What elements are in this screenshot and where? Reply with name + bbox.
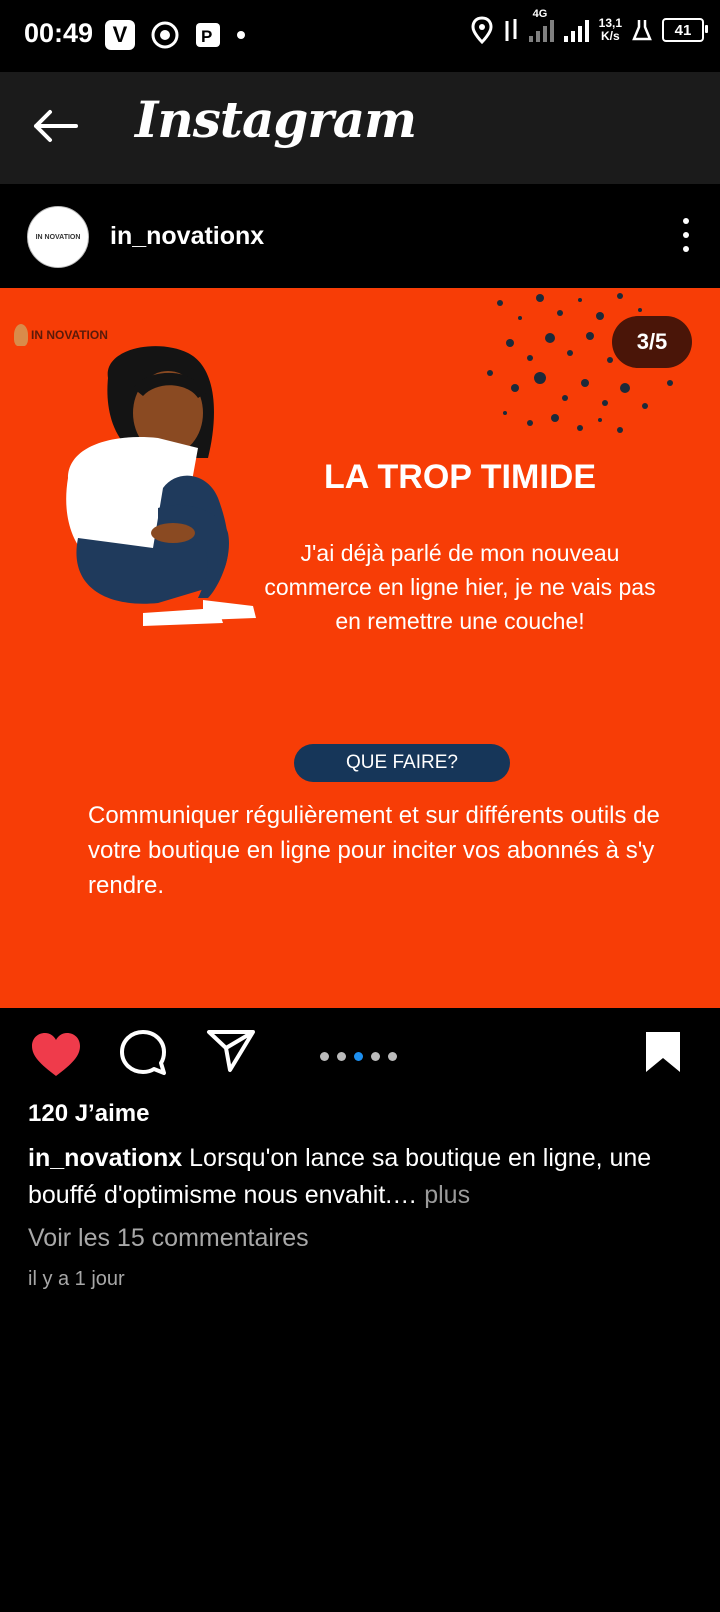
chrome-icon	[151, 21, 179, 49]
bulb-icon	[14, 324, 28, 346]
carousel-dot	[388, 1052, 397, 1061]
app-title: Instagram	[135, 90, 417, 149]
status-right: 4G 13,1 K/s 41	[471, 8, 708, 44]
avatar[interactable]: IN NOVATION	[27, 206, 89, 268]
status-bar: 00:49 V P 4G 13,1 K/s 41	[0, 0, 720, 72]
caption-more-link[interactable]: plus	[424, 1181, 470, 1209]
parking-icon: P	[196, 23, 220, 47]
que-faire-pill: QUE FAIRE?	[294, 744, 510, 782]
battery-icon: 41	[662, 18, 708, 42]
svg-text:P: P	[201, 27, 212, 46]
share-icon[interactable]	[206, 1028, 256, 1074]
carousel-dot	[320, 1052, 329, 1061]
caption: in_novationx Lorsqu'on lance sa boutique…	[28, 1140, 678, 1214]
speed-unit: K/s	[600, 29, 620, 43]
more-vertical-icon[interactable]	[682, 218, 690, 252]
app-bar: Instagram	[0, 72, 720, 184]
avatar-text: IN NOVATION	[35, 233, 81, 241]
location-icon	[471, 16, 493, 44]
network-speed: 13,1 K/s	[599, 17, 622, 43]
post-actions	[0, 1008, 720, 1098]
carousel-dot-active	[354, 1052, 363, 1061]
post-header: IN NOVATION in_novationx	[0, 184, 720, 288]
back-arrow-icon[interactable]	[30, 106, 80, 146]
likes-count[interactable]: 120 J’aime	[28, 1100, 149, 1128]
sad-girl-illustration	[66, 346, 256, 626]
vimeo-icon: V	[105, 20, 135, 50]
data-arrows-icon	[505, 19, 517, 41]
more-notifications-dot	[237, 31, 245, 39]
status-time: 00:49	[24, 18, 94, 48]
post-tip: Communiquer régulièrement et sur différe…	[88, 802, 660, 899]
signal-icon	[528, 18, 554, 42]
caption-username[interactable]: in_novationx	[28, 1144, 182, 1172]
network-type: 4G	[532, 8, 548, 20]
notification-icons: V P	[105, 20, 245, 50]
username[interactable]: in_novationx	[110, 222, 264, 251]
bookmark-icon[interactable]	[644, 1030, 682, 1074]
carousel-dot	[337, 1052, 346, 1061]
view-comments-link[interactable]: Voir les 15 commentaires	[28, 1224, 309, 1253]
lab-icon	[632, 20, 652, 41]
post-title: LA TROP TIMIDE	[324, 458, 596, 496]
carousel-indicator	[320, 1052, 397, 1061]
heart-icon[interactable]	[30, 1032, 82, 1078]
carousel-dot	[371, 1052, 380, 1061]
comment-icon[interactable]	[118, 1028, 168, 1078]
post-timestamp: il y a 1 jour	[28, 1268, 125, 1290]
signal-icon-2	[563, 18, 589, 42]
post-body: J'ai déjà parlé de mon nouveau commerce …	[264, 540, 656, 634]
signal-4g: 4G	[528, 8, 554, 42]
carousel-counter: 3/5	[612, 316, 692, 368]
post-image[interactable]: IN NOVATION 3/5 LA TROP TIMIDE J'ai déjà…	[0, 288, 720, 1008]
